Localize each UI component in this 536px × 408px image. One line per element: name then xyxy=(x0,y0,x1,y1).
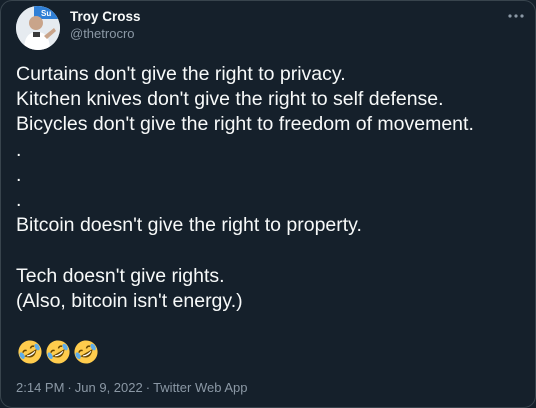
author-handle[interactable]: @thetrocro xyxy=(70,25,141,43)
author-display-name[interactable]: Troy Cross xyxy=(70,9,141,25)
tweet-line: Bitcoin doesn't give the right to proper… xyxy=(16,214,362,237)
tweet-line: (Also, bitcoin isn't energy.) xyxy=(16,289,243,312)
tweet-line: Curtains don't give the right to privacy… xyxy=(16,63,346,85)
rolling-on-floor-laughing-emoji xyxy=(46,340,70,364)
tweet-source[interactable]: Twitter Web App xyxy=(153,380,247,395)
avatar[interactable]: Su xyxy=(16,6,60,50)
rolling-on-floor-laughing-emoji xyxy=(18,340,42,364)
more-horizontal-icon xyxy=(508,14,524,18)
tweet-line: . xyxy=(16,138,22,161)
tweet-line: Kitchen knives don't give the right to s… xyxy=(16,88,444,111)
tweet-line: . xyxy=(16,188,22,211)
tweet-line: Tech doesn't give rights. xyxy=(16,264,225,287)
tweet-line xyxy=(16,238,526,263)
rolling-on-floor-laughing-emoji xyxy=(74,340,98,364)
meta-separator: · xyxy=(67,380,72,395)
tweet-line: . xyxy=(16,163,22,186)
tweet-text: Curtains don't give the right to privacy… xyxy=(16,62,526,314)
more-options-button[interactable] xyxy=(506,6,526,26)
tweet-time[interactable]: 2:14 PM xyxy=(16,380,64,395)
author-names: Troy Cross @thetrocro xyxy=(70,9,141,43)
tweet-card: Su Troy Cross @thetrocro Curtains don't … xyxy=(0,0,536,408)
avatar-image: Su xyxy=(16,6,60,50)
tweet-header: Su Troy Cross @thetrocro xyxy=(16,6,526,50)
tweet-date[interactable]: Jun 9, 2022 xyxy=(75,380,143,395)
tweet-meta: 2:14 PM · Jun 9, 2022 · Twitter Web App xyxy=(16,379,247,397)
emoji-row xyxy=(17,339,99,365)
tweet-line: Bicycles don't give the right to freedom… xyxy=(16,113,474,136)
avatar-badge-text: Su xyxy=(41,9,51,18)
meta-separator: · xyxy=(145,380,151,395)
